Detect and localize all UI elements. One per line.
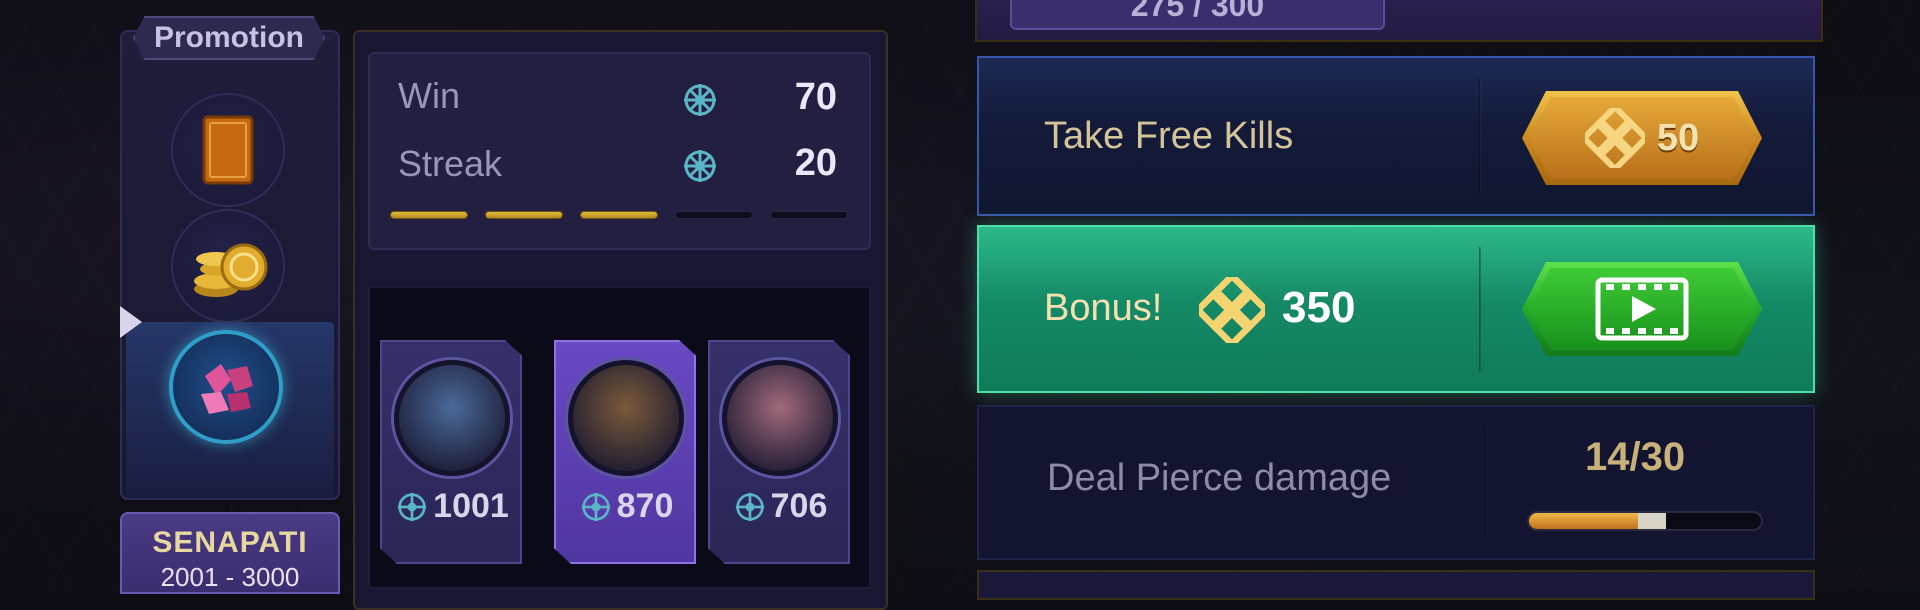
rank-name: SENAPATI xyxy=(152,526,308,559)
bonus-value: 350 xyxy=(1282,283,1356,332)
task-row-pierce-damage: Deal Pierce damage 14/30 xyxy=(977,405,1815,560)
reward-amount: 50 xyxy=(1656,116,1700,159)
wheel-icon xyxy=(684,84,716,116)
task-row-free-kills: Take Free Kills 50 xyxy=(977,56,1815,216)
streak-value: 20 xyxy=(794,142,837,184)
promotion-header-label: Promotion xyxy=(154,21,304,54)
task-label: Take Free Kills xyxy=(1044,115,1294,157)
hero-portrait xyxy=(722,360,838,476)
button-content: 50 xyxy=(1584,108,1700,168)
hero-portrait xyxy=(394,360,510,476)
win-label: Win xyxy=(398,75,460,116)
hero-score-value: 706 xyxy=(770,487,828,525)
streak-segment xyxy=(580,211,658,219)
rail-selection-arrow-icon xyxy=(120,306,142,338)
rank-range: 2001 - 3000 xyxy=(160,562,300,592)
streak-segment xyxy=(390,211,468,219)
divider xyxy=(1479,247,1481,371)
rail-item-coins[interactable] xyxy=(171,209,285,323)
divider xyxy=(1485,427,1487,538)
hero-card[interactable]: 1001 xyxy=(380,340,522,564)
task-label: Deal Pierce damage xyxy=(1047,457,1392,499)
knot-coin-icon xyxy=(1199,277,1265,343)
wheel-icon xyxy=(735,492,764,521)
win-value: 70 xyxy=(794,76,837,118)
hero-score: 870 xyxy=(556,487,696,526)
coins-icon xyxy=(194,243,268,297)
hero-card-selected[interactable]: 870 xyxy=(554,340,696,564)
hero-card[interactable]: 706 xyxy=(708,340,850,564)
card-icon xyxy=(202,115,254,185)
button-content xyxy=(1594,276,1690,342)
hero-portrait xyxy=(568,360,684,476)
knot-coin-icon xyxy=(1584,108,1645,168)
rail-item-card[interactable] xyxy=(171,93,285,207)
top-progress-text: 275 / 300 xyxy=(1130,0,1265,23)
bottom-strip xyxy=(977,570,1815,600)
wheel-icon xyxy=(398,492,427,521)
claim-reward-button[interactable]: 50 xyxy=(1522,91,1762,185)
top-progress: 275 / 300 xyxy=(1010,0,1385,30)
streak-segment xyxy=(485,211,563,219)
hero-score-value: 1001 xyxy=(433,487,509,525)
rank-panel: SENAPATI 2001 - 3000 xyxy=(120,512,340,594)
bonus-label: Bonus! xyxy=(1044,287,1163,329)
streak-label: Streak xyxy=(398,143,503,184)
progress-fill xyxy=(1529,513,1638,529)
hero-score: 706 xyxy=(710,487,850,526)
hero-score: 1001 xyxy=(382,487,522,526)
play-video-icon xyxy=(1595,277,1689,341)
promotion-header: Promotion xyxy=(133,16,325,60)
gem-icon xyxy=(201,364,253,414)
progress-rest xyxy=(1638,513,1666,529)
task-progress-bar xyxy=(1527,511,1763,531)
divider xyxy=(1479,78,1481,194)
hero-score-value: 870 xyxy=(616,487,674,525)
task-row-bonus: Bonus! 350 xyxy=(977,225,1815,393)
streak-segment xyxy=(770,211,848,219)
wheel-icon xyxy=(684,150,716,182)
rail-item-gem[interactable] xyxy=(169,330,283,444)
task-progress-text: 14/30 xyxy=(1585,435,1686,479)
streak-segment xyxy=(675,211,753,219)
watch-video-button[interactable] xyxy=(1522,262,1762,356)
wheel-icon xyxy=(581,492,610,521)
